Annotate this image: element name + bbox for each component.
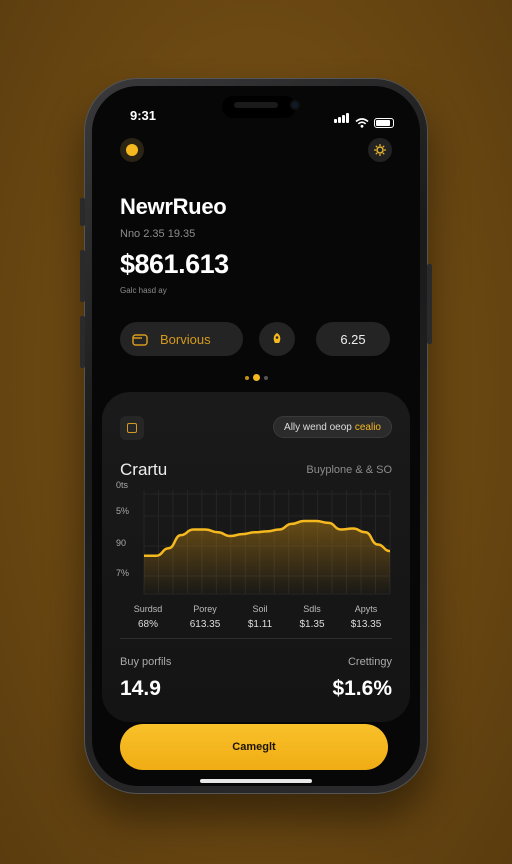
page-dot-active [253,374,260,381]
page-dot [264,375,268,380]
card-title: Crartu [120,460,168,479]
speaker-grille [234,102,278,108]
card-right-text: Buyplone & & SO [306,464,392,476]
home-indicator[interactable] [200,779,312,783]
buy-profits-label: Buy porfils [120,656,172,668]
column-value: $13.35 [350,619,382,630]
card-badge-text: Ally wend oeop [284,421,352,433]
price-chart[interactable] [114,482,398,602]
wallet-icon [132,333,148,346]
page-title: NewrRueo [120,194,227,219]
volume-down-button [80,316,85,368]
primary-cta-button[interactable]: Cameglt [120,724,388,770]
page-dot [245,375,249,380]
column-label: Surdsd [133,604,163,614]
card-badge-accent: cealio [354,421,381,433]
balance-amount: $861.613 [120,249,229,279]
buy-profits-value: 14.9 [120,677,161,700]
column-label: Porey [193,604,217,614]
phone-frame: 9:31 NewrRueo Nno 2.35 19.35 $861.613 Ga… [80,78,432,794]
square-icon[interactable] [120,416,144,440]
power-button [427,264,432,344]
column-value: $1.11 [247,619,273,630]
boost-button[interactable] [259,322,295,356]
settings-icon[interactable] [368,138,392,162]
status-time: 9:31 [130,108,157,123]
status-icons [334,110,394,128]
column-label: Sdls [303,604,321,614]
signal-icon [334,110,350,128]
battery-icon [374,118,394,128]
coin-icon[interactable] [120,138,144,162]
volume-up-button [80,250,85,302]
chart-card: Ally wend oeop cealio Crartu Buyplone & &… [102,392,410,722]
screen: 9:31 NewrRueo Nno 2.35 19.35 $861.613 Ga… [92,86,420,786]
previous-button[interactable]: Borvious [120,322,243,356]
page-subtitle: Nno 2.35 19.35 [120,228,196,240]
column-value: 613.35 [189,619,221,630]
previous-label: Borvious [160,331,211,347]
column-value: 68% [137,619,158,630]
wifi-icon [355,118,369,128]
column-label: Apyts [354,604,378,614]
crettingy-value: $1.6% [332,677,392,700]
card-divider [120,638,392,639]
column-value: $1.35 [299,619,325,630]
value-pill[interactable]: 6.25 [316,322,390,356]
page-indicator [245,374,268,381]
rocket-icon [273,333,281,343]
mute-switch [80,198,85,226]
balance-caption: Galc hasd ay [120,286,167,295]
column-label: Soil [252,604,268,614]
card-badge[interactable]: Ally wend oeop cealio [273,416,392,438]
camera-icon [290,100,300,110]
crettingy-label: Crettingy [347,656,392,668]
